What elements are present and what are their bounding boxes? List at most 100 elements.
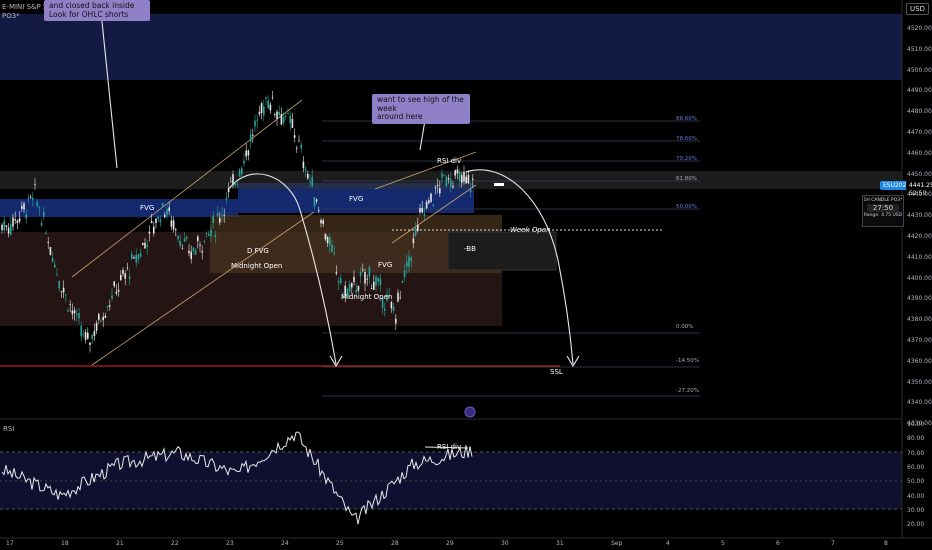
time-tick: 5 [721, 540, 725, 547]
candle-countdown-small: 52:50 [909, 190, 927, 197]
time-tick: 25 [336, 540, 344, 547]
candle-body [417, 224, 419, 232]
candle-body [353, 276, 355, 283]
candle-body [172, 220, 175, 230]
candle-body [179, 240, 181, 247]
candle-body [289, 115, 291, 124]
candle-body [254, 120, 256, 127]
candle-body [324, 233, 327, 240]
candle-body [84, 331, 87, 340]
candle-body [234, 183, 236, 186]
price-tick: 4360.00 [907, 357, 932, 365]
time-tick: 28 [391, 540, 399, 547]
candle-body [80, 325, 82, 337]
candle-body [62, 287, 65, 293]
candle-body [148, 231, 151, 234]
rsi-tick: 30.00 [907, 506, 925, 514]
time-tick: 6 [776, 540, 780, 547]
candle-body [256, 119, 258, 121]
candle-body [36, 202, 38, 206]
time-tick: 8 [884, 540, 888, 547]
candle-body [146, 245, 148, 247]
week-open-label: Week Open [510, 226, 551, 234]
candle-body [104, 315, 107, 318]
candle-body [296, 147, 298, 149]
candle-body [216, 213, 219, 216]
candle-body [315, 199, 318, 202]
candle-body [199, 244, 201, 246]
candle-body [245, 150, 247, 157]
candle-body [357, 285, 360, 291]
currency-button[interactable]: USD [906, 3, 929, 15]
candle-body [425, 202, 428, 209]
fib-label-702: 70.20% [676, 156, 697, 162]
price-tick: 4500.00 [907, 66, 932, 74]
candle-body [214, 234, 217, 238]
candle-body [186, 237, 188, 239]
fib-label-50: 50.00% [676, 204, 697, 210]
candle-body [197, 236, 199, 242]
candle-body [258, 111, 261, 115]
candle-body [155, 218, 157, 224]
candle-body [406, 261, 408, 267]
time-tick: 21 [116, 540, 124, 547]
candle-body [265, 97, 267, 99]
candle-body [403, 270, 406, 278]
candle-body [362, 269, 364, 271]
price-tick: 4510.00 [907, 45, 932, 53]
candle-body [432, 204, 434, 206]
candle-body [300, 144, 302, 149]
candle-body [10, 224, 12, 235]
candle-body [27, 197, 30, 200]
candle-body [298, 140, 300, 142]
candle-body [436, 184, 439, 186]
price-chart[interactable] [0, 0, 932, 550]
note-right[interactable]: want to see high of the week around here [372, 94, 470, 124]
rsi-tick: 60.00 [907, 463, 925, 471]
candle-body [47, 242, 49, 243]
candle-body [249, 134, 252, 142]
candle-body [100, 320, 102, 322]
candle-body [282, 116, 285, 123]
candle-body [397, 292, 399, 302]
candle-body [177, 235, 179, 240]
price-tick: 4380.00 [907, 316, 932, 324]
candle-body [93, 330, 96, 337]
time-tick: 4 [666, 540, 670, 547]
candle-body [399, 297, 401, 299]
candle-body [71, 310, 74, 315]
candle-body [124, 273, 126, 279]
candle-body [168, 207, 170, 212]
candle-body [243, 160, 245, 164]
candle-body [335, 272, 338, 274]
rsi-tick: 90.00 [907, 421, 925, 428]
price-tick: 4350.00 [907, 378, 932, 386]
price-tick: 4340.00 [907, 399, 932, 407]
price-tick: 4420.00 [907, 233, 932, 240]
candle-body [271, 96, 274, 98]
candle-body [377, 277, 379, 282]
price-tick: 4490.00 [907, 87, 932, 95]
candle-body [12, 217, 14, 227]
candle-body [423, 213, 426, 216]
price-tick: 4450.00 [907, 170, 932, 178]
fib-label-786: 78.60% [676, 136, 697, 142]
candle-body [56, 274, 58, 276]
candle-body [302, 161, 305, 169]
replay-icon[interactable] [464, 406, 476, 418]
candle-body [230, 181, 232, 183]
note-left[interactable]: and closed back inside Look for OHLC sho… [44, 0, 150, 21]
candle-body [201, 251, 203, 253]
candle-body [348, 284, 351, 292]
candle-body [21, 206, 23, 209]
candle-body [60, 291, 63, 292]
candle-body [203, 241, 206, 243]
candle-body [181, 248, 184, 250]
candle-body [318, 210, 320, 212]
candle-body [410, 257, 412, 261]
candle-body [170, 220, 173, 227]
fvg-zone-1 [0, 199, 238, 217]
candle-body [192, 247, 195, 252]
candle-body [291, 119, 294, 128]
candle-body [280, 114, 283, 125]
